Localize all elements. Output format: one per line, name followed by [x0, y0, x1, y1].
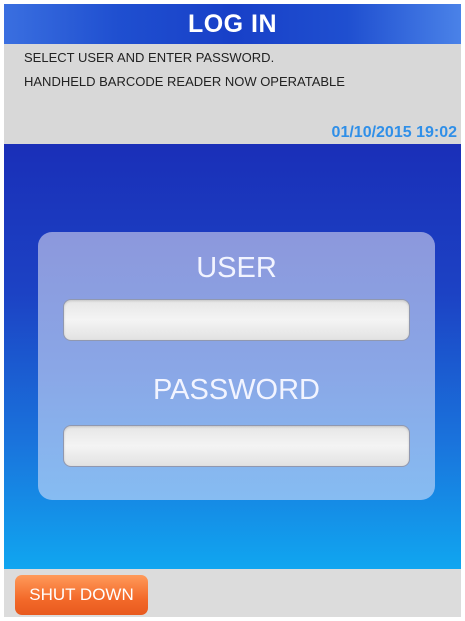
login-panel: USER PASSWORD: [38, 232, 435, 500]
instruction-text: SELECT USER AND ENTER PASSWORD.: [24, 50, 275, 65]
page-title: LOG IN: [187, 9, 278, 38]
shutdown-button[interactable]: SHUT DOWN: [15, 575, 148, 615]
footer-bar: SHUT DOWN: [4, 569, 461, 617]
user-label: USER: [196, 252, 277, 284]
password-label: PASSWORD: [152, 374, 321, 406]
main-area: USER PASSWORD: [4, 144, 461, 569]
info-panel: SELECT USER AND ENTER PASSWORD. HANDHELD…: [4, 44, 461, 144]
title-bar: LOG IN: [4, 4, 461, 44]
barcode-status-text: HANDHELD BARCODE READER NOW OPERATABLE: [24, 74, 345, 89]
datetime-display: 01/10/2015 19:02: [331, 124, 457, 141]
login-screen: LOG IN SELECT USER AND ENTER PASSWORD. H…: [4, 4, 461, 617]
user-input[interactable]: [63, 299, 410, 341]
password-input[interactable]: [63, 425, 410, 467]
